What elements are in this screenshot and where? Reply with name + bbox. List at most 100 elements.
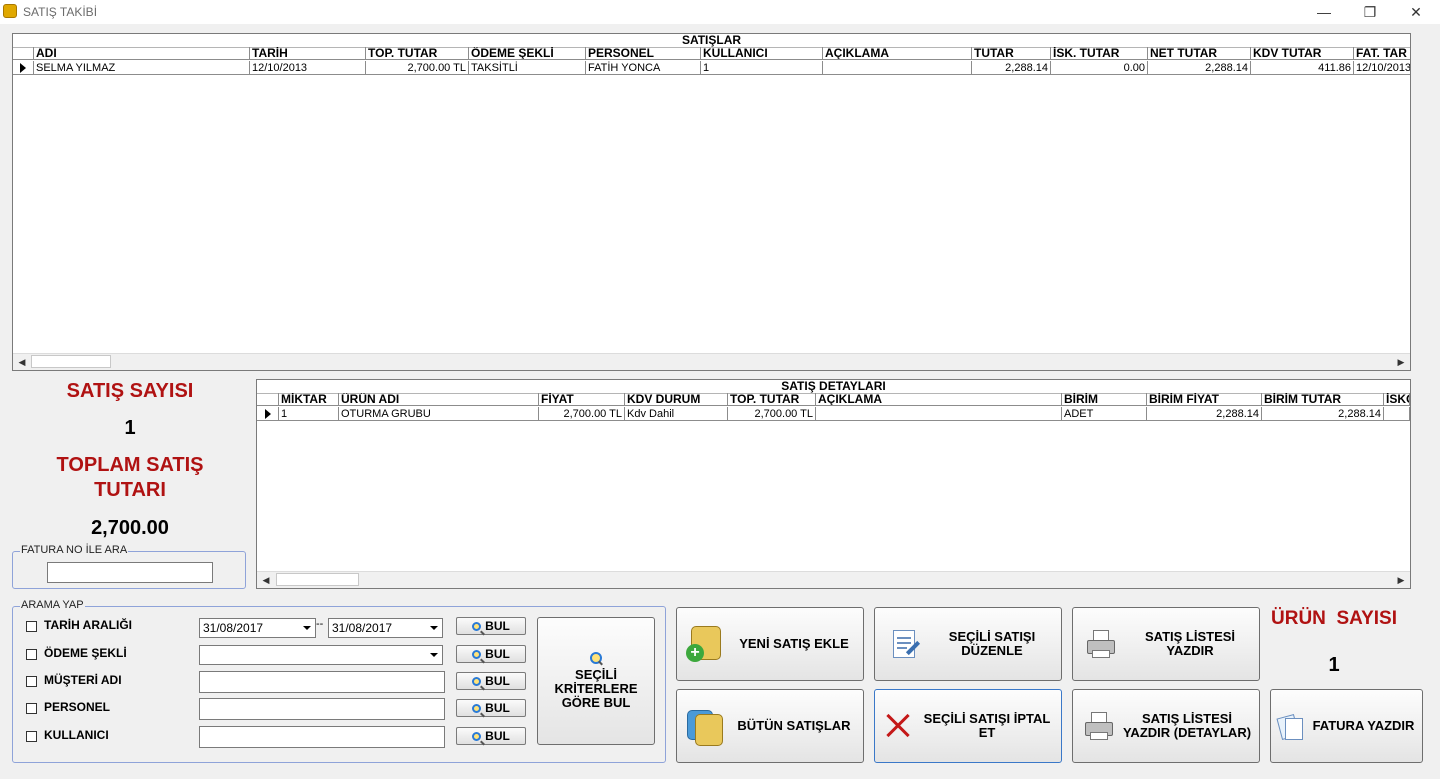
column-header[interactable]: NET TUTAR	[1148, 47, 1251, 60]
column-header[interactable]: BİRİM TUTAR	[1262, 393, 1384, 406]
table-cell[interactable]: 0.00	[1051, 61, 1148, 75]
search-icon	[472, 649, 482, 659]
table-row[interactable]: SELMA YILMAZ 12/10/2013 2,700.00 TL TAKS…	[13, 61, 1410, 75]
close-button[interactable]: ✕	[1393, 0, 1439, 24]
customer-label: MÜŞTERİ ADI	[44, 673, 122, 687]
column-header[interactable]: TARİH	[250, 47, 366, 60]
scroll-left-icon[interactable]: ◀	[15, 354, 29, 370]
chevron-down-icon[interactable]	[427, 647, 441, 663]
column-header[interactable]: ADI	[34, 47, 250, 60]
column-header[interactable]: ÖDEME ŞEKLİ	[469, 47, 586, 60]
search-by-criteria-button[interactable]: SEÇİLİ KRİTERLERE GÖRE BUL	[537, 617, 655, 745]
staff-label: PERSONEL	[44, 700, 111, 714]
table-cell[interactable]: 2,700.00 TL	[728, 407, 816, 421]
column-header[interactable]: TOP. TUTAR	[728, 393, 816, 406]
column-header[interactable]: MİKTAR	[279, 393, 339, 406]
sales-grid[interactable]: SATIŞLAR ADI TARİH TOP. TUTAR ÖDEME ŞEKL…	[12, 33, 1411, 371]
user-checkbox[interactable]	[26, 731, 37, 742]
table-cell[interactable]: Kdv Dahil	[625, 407, 728, 421]
details-grid[interactable]: SATIŞ DETAYLARI MİKTAR ÜRÜN ADI FİYAT KD…	[256, 379, 1411, 589]
column-header[interactable]: FAT. TAR	[1354, 47, 1410, 60]
date-to-value: 31/08/2017	[332, 621, 393, 635]
table-cell[interactable]: 2,700.00 TL	[539, 407, 625, 421]
column-header[interactable]: FİYAT	[539, 393, 625, 406]
table-cell[interactable]	[823, 61, 972, 75]
column-header[interactable]: KULLANICI	[701, 47, 823, 60]
date-to-picker[interactable]: 31/08/2017	[328, 618, 443, 638]
column-header[interactable]: ÜRÜN ADI	[339, 393, 539, 406]
column-header[interactable]: TUTAR	[972, 47, 1051, 60]
column-header[interactable]: PERSONEL	[586, 47, 701, 60]
payment-checkbox[interactable]	[26, 649, 37, 660]
find-payment-button[interactable]: BUL	[456, 645, 526, 663]
table-cell[interactable]: FATİH YONCA	[586, 61, 701, 75]
table-cell[interactable]: 2,288.14	[1147, 407, 1262, 421]
edit-sale-button[interactable]: SEÇİLİ SATIŞI DÜZENLE	[874, 607, 1062, 681]
table-cell[interactable]: ADET	[1062, 407, 1147, 421]
new-sale-button[interactable]: + YENİ SATIŞ EKLE	[676, 607, 864, 681]
user-input[interactable]	[199, 726, 445, 748]
table-cell[interactable]	[1384, 407, 1410, 421]
maximize-button[interactable]: ❐	[1347, 0, 1393, 24]
table-cell[interactable]: 1	[279, 407, 339, 421]
chevron-down-icon[interactable]	[300, 620, 314, 636]
all-sales-button[interactable]: BÜTÜN SATIŞLAR	[676, 689, 864, 763]
table-cell[interactable]: 2,288.14	[1262, 407, 1384, 421]
total-label-line1: TOPLAM SATIŞ	[56, 454, 204, 476]
column-header[interactable]: KDV DURUM	[625, 393, 728, 406]
table-cell[interactable]	[816, 407, 1062, 421]
staff-checkbox[interactable]	[26, 703, 37, 714]
column-header[interactable]: BİRİM FİYAT	[1147, 393, 1262, 406]
scroll-right-icon[interactable]: ▶	[1394, 354, 1408, 370]
staff-input[interactable]	[199, 698, 445, 720]
find-customer-button[interactable]: BUL	[456, 672, 526, 690]
date-range-label: TARİH ARALIĞI	[44, 618, 132, 632]
invoice-search-input[interactable]	[47, 562, 213, 583]
payment-select[interactable]	[199, 645, 443, 665]
print-list-button[interactable]: SATIŞ LİSTESİ YAZDIR	[1072, 607, 1260, 681]
scroll-thumb[interactable]	[276, 573, 359, 586]
table-row[interactable]: 1 OTURMA GRUBU 2,700.00 TL Kdv Dahil 2,7…	[257, 407, 1410, 421]
minimize-button[interactable]: —	[1301, 0, 1347, 24]
row-selector-header	[13, 47, 34, 60]
print-invoice-button[interactable]: FATURA YAZDIR	[1270, 689, 1423, 763]
table-cell[interactable]: 12/10/2013	[250, 61, 366, 75]
scroll-thumb[interactable]	[31, 355, 111, 368]
find-date-button[interactable]: BUL	[456, 617, 526, 635]
table-cell[interactable]: 1	[701, 61, 823, 75]
row-selector[interactable]	[257, 407, 279, 421]
column-header[interactable]: BİRİM	[1062, 393, 1147, 406]
table-cell[interactable]: TAKSİTLİ	[469, 61, 586, 75]
table-cell[interactable]: 12/10/2013	[1354, 61, 1410, 75]
chevron-down-icon[interactable]	[427, 620, 441, 636]
print-list-details-button[interactable]: SATIŞ LİSTESİ YAZDIR (DETAYLAR)	[1072, 689, 1260, 763]
details-grid-scrollbar[interactable]: ◀ ▶	[257, 571, 1410, 588]
table-cell[interactable]: OTURMA GRUBU	[339, 407, 539, 421]
customer-input[interactable]	[199, 671, 445, 693]
date-from-picker[interactable]: 31/08/2017	[199, 618, 316, 638]
column-header[interactable]: İSK. TUTAR	[1051, 47, 1148, 60]
scroll-right-icon[interactable]: ▶	[1394, 572, 1408, 588]
column-header[interactable]: AÇIKLAMA	[823, 47, 972, 60]
column-header[interactable]: KDV TUTAR	[1251, 47, 1354, 60]
row-selector[interactable]	[13, 61, 34, 75]
total-value: 2,700.00	[91, 517, 169, 539]
customer-checkbox[interactable]	[26, 676, 37, 687]
table-cell[interactable]: 2,288.14	[1148, 61, 1251, 75]
print-list-details-label: SATIŞ LİSTESİ YAZDIR (DETAYLAR)	[1122, 711, 1252, 740]
find-staff-button[interactable]: BUL	[456, 699, 526, 717]
column-header[interactable]: İSKO	[1384, 393, 1410, 406]
table-cell[interactable]: 2,700.00 TL	[366, 61, 469, 75]
cancel-sale-button[interactable]: SEÇİLİ SATIŞI İPTAL ET	[874, 689, 1062, 763]
folders-icon	[685, 706, 725, 746]
user-label: KULLANICI	[44, 728, 109, 742]
sales-grid-scrollbar[interactable]: ◀ ▶	[13, 353, 1410, 370]
date-range-checkbox[interactable]	[26, 621, 37, 632]
table-cell[interactable]: 2,288.14	[972, 61, 1051, 75]
column-header[interactable]: AÇIKLAMA	[816, 393, 1062, 406]
scroll-left-icon[interactable]: ◀	[259, 572, 273, 588]
table-cell[interactable]: 411.86	[1251, 61, 1354, 75]
column-header[interactable]: TOP. TUTAR	[366, 47, 469, 60]
find-user-button[interactable]: BUL	[456, 727, 526, 745]
table-cell[interactable]: SELMA YILMAZ	[34, 61, 250, 75]
